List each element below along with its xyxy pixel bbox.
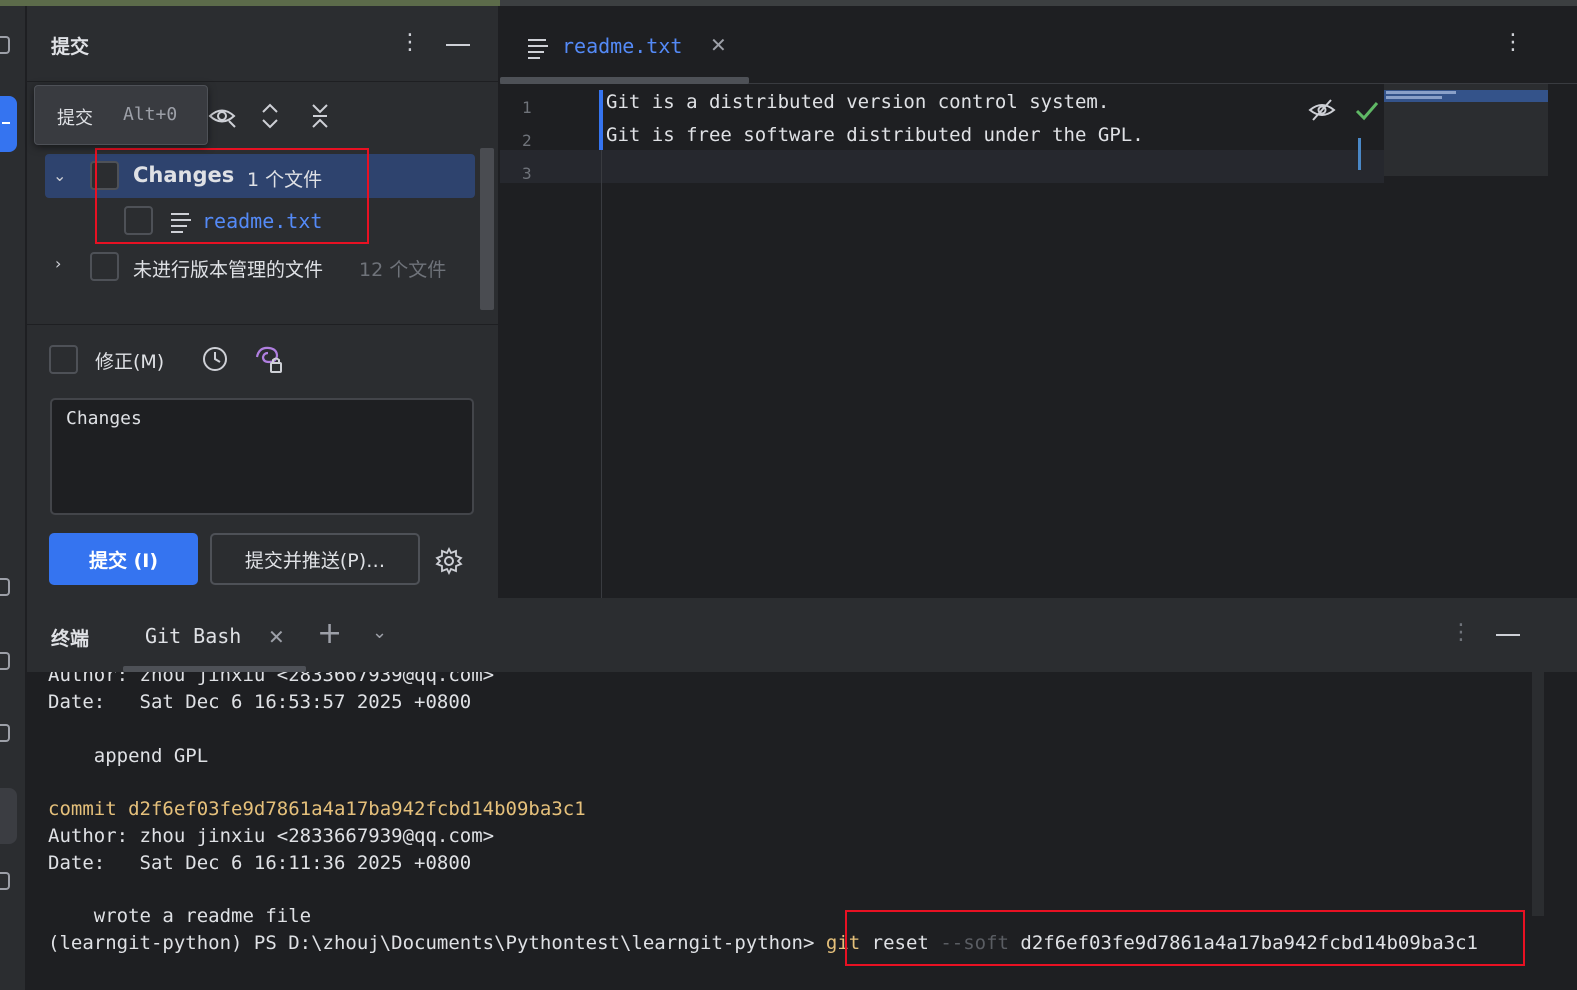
terminal-header: 终端 Git Bash ✕ + ⌄ ⋮ [27,598,1577,672]
tooltip: 提交 Alt+0 [34,85,208,145]
commit-and-push-button[interactable]: 提交并推送(P)… [210,533,420,585]
terminal-panel: 终端 Git Bash ✕ + ⌄ ⋮ Author: zhou jinxiu … [27,598,1577,990]
tree-scrollbar[interactable] [480,148,494,310]
changes-label: Changes [133,163,235,187]
commit-options: 修正(M) Changes 提交 (I) 提交并推送(P)… [27,324,499,598]
editor-tab-bar: readme.txt ✕ ⋮ [500,6,1577,84]
eye-icon[interactable] [207,101,237,131]
terminal-line: Date: Sat Dec 6 16:11:36 2025 +0800 [48,852,472,874]
terminal-prompt-line: (learngit-python) PS D:\zhouj\Documents\… [48,932,1478,954]
close-icon[interactable]: ✕ [268,625,285,649]
tab-readme[interactable]: readme.txt ✕ [500,6,749,84]
collapse-all-icon[interactable] [305,101,335,131]
line-number: 2 [522,131,532,150]
unversioned-count: 12 个文件 [359,259,447,281]
current-line-highlight [500,150,1384,183]
minimize-icon[interactable] [1496,634,1520,636]
line-gutter: 1 2 3 [500,90,602,598]
line-number: 1 [522,98,532,117]
add-icon[interactable]: + [317,616,342,651]
readonly-eye-off-icon[interactable] [1308,96,1336,124]
chevron-down-icon[interactable]: ⌄ [372,622,387,643]
terminal-line: append GPL [48,745,209,767]
ai-lock-icon[interactable] [253,343,285,375]
run-icon[interactable] [0,724,10,742]
terminal-output[interactable]: Author: zhou jinxiu <2833667939@qq.com> … [27,672,1577,990]
minimize-icon[interactable] [446,44,470,46]
terminal-line: Author: zhou jinxiu <2833667939@qq.com> [48,672,495,686]
editor-scrollbar[interactable] [1560,84,1576,598]
expand-all-icon[interactable] [255,101,285,131]
chevron-down-icon[interactable]: ⌄ [53,166,66,185]
tooltip-label: 提交 [57,108,93,129]
terminal-line: Date: Sat Dec 6 16:53:57 2025 +0800 [48,691,472,713]
text-file-icon [528,39,548,59]
terminal-tool-button[interactable] [0,788,17,844]
close-icon[interactable]: ✕ [710,33,727,57]
tab-active-indicator [500,77,749,84]
commit-panel: 提交 ⋮ 提交 Alt+0 ⌄ Changes 1 个文件 readme.txt… [27,6,499,598]
line-number: 3 [522,164,532,183]
history-icon[interactable] [201,345,229,373]
tab-git-bash[interactable]: Git Bash [145,624,241,648]
commit-header: 提交 ⋮ [27,6,499,82]
text-file-icon [171,213,191,233]
changes-checkbox[interactable] [90,161,119,190]
changes-count: 1 个文件 [247,169,323,191]
tooltip-shortcut: Alt+0 [123,104,178,125]
commit-panel-title: 提交 [51,36,90,58]
amend-checkbox[interactable] [49,345,78,374]
project-icon[interactable] [0,36,10,54]
cmd-hash: d2f6ef03fe9d7861a4a17ba942fcbd14b09ba3c1 [1020,932,1478,954]
unversioned-label: 未进行版本管理的文件 [133,259,324,281]
minimap[interactable] [1384,84,1548,176]
terminal-line: wrote a readme file [48,905,312,927]
more-options-icon[interactable]: ⋮ [1450,620,1472,645]
terminal-line: Author: zhou jinxiu <2833667939@qq.com> [48,825,495,847]
commit-button[interactable]: 提交 (I) [49,533,198,585]
code-line[interactable]: Git is free software distributed under t… [606,124,1144,146]
cmd-flag: --soft [940,932,1009,954]
gear-icon[interactable] [435,547,463,575]
caret-marker [1358,138,1361,170]
terminal-commit-line: commit d2f6ef03fe9d7861a4a17ba942fcbd14b… [48,798,586,820]
file-item-readme[interactable]: readme.txt [202,209,322,233]
terminal-prompt: (learngit-python) PS D:\zhouj\Documents\… [48,932,815,954]
vcs-change-marker[interactable] [599,90,603,150]
problems-icon[interactable] [0,872,10,890]
cmd-reset: reset [871,932,929,954]
tab-label: readme.txt [562,34,683,58]
code-line[interactable]: Git is a distributed version control sys… [606,91,1109,113]
chevron-right-icon[interactable]: › [55,254,61,273]
terminal-scrollbar[interactable] [1532,598,1544,916]
check-icon [1355,102,1379,121]
commit-message-input[interactable]: Changes [50,398,474,515]
file-checkbox[interactable] [124,206,153,235]
cmd-git: git [825,932,861,954]
unversioned-checkbox[interactable] [90,252,119,281]
git-icon[interactable] [0,652,10,670]
more-options-icon[interactable]: ⋮ [1502,30,1524,55]
editor: readme.txt ✕ ⋮ 1 2 3 Git is a distribute… [500,6,1577,598]
amend-label: 修正(M) [95,351,165,373]
commit-tool-button[interactable] [0,96,17,152]
more-options-icon[interactable]: ⋮ [399,30,421,55]
structure-icon[interactable] [0,578,10,596]
tool-window-strip [0,6,26,990]
terminal-title: 终端 [51,628,90,650]
